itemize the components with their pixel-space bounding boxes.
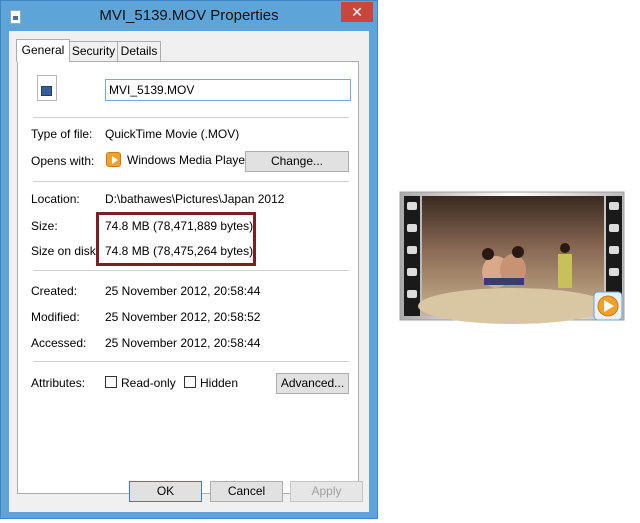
size-highlight-box xyxy=(96,212,256,266)
video-thumbnail xyxy=(399,191,625,324)
apply-button[interactable]: Apply xyxy=(290,481,363,502)
modified-label: Modified: xyxy=(31,310,80,324)
divider xyxy=(33,117,349,118)
location-value: D:\bathawes\Pictures\Japan 2012 xyxy=(105,192,285,206)
tab-details[interactable]: Details xyxy=(117,41,161,61)
type-of-file-value: QuickTime Movie (.MOV) xyxy=(105,127,240,141)
divider xyxy=(33,270,349,271)
dohyo-ring xyxy=(418,288,608,324)
tab-general[interactable]: General xyxy=(16,39,70,62)
created-label: Created: xyxy=(31,284,78,298)
title-bar[interactable]: MVI_5139.MOV Properties ✕ xyxy=(1,1,377,31)
opens-with-value: Windows Media Player xyxy=(127,153,250,167)
tab-security[interactable]: Security xyxy=(69,41,118,61)
file-name-input[interactable] xyxy=(105,79,351,101)
divider xyxy=(33,181,349,182)
created-value: 25 November 2012, 20:58:44 xyxy=(105,284,261,298)
cancel-button[interactable]: Cancel xyxy=(210,481,283,502)
windows-media-player-icon xyxy=(106,152,121,167)
size-on-disk-label: Size on disk: xyxy=(31,244,100,258)
type-of-file-label: Type of file: xyxy=(31,127,93,141)
read-only-checkbox[interactable] xyxy=(105,376,117,388)
play-badge-icon xyxy=(593,291,623,321)
dialog-client-area: General Security Details Type of file: Q… xyxy=(9,31,369,512)
opens-with-label: Opens with: xyxy=(31,154,95,168)
accessed-label: Accessed: xyxy=(31,336,87,350)
read-only-label: Read-only xyxy=(121,376,176,390)
hidden-checkbox[interactable] xyxy=(184,376,196,388)
ok-button[interactable]: OK xyxy=(129,481,202,502)
change-button[interactable]: Change... xyxy=(245,151,349,172)
window-title: MVI_5139.MOV Properties xyxy=(99,7,279,24)
attributes-label: Attributes: xyxy=(31,376,86,390)
close-button[interactable]: ✕ xyxy=(341,2,373,22)
advanced-button[interactable]: Advanced... xyxy=(276,373,349,394)
accessed-value: 25 November 2012, 20:58:44 xyxy=(105,336,261,350)
size-label: Size: xyxy=(31,219,58,233)
location-label: Location: xyxy=(31,192,80,206)
divider xyxy=(33,361,349,362)
hidden-label: Hidden xyxy=(200,376,239,390)
video-file-icon xyxy=(37,75,57,101)
general-panel xyxy=(17,61,359,494)
modified-value: 25 November 2012, 20:58:52 xyxy=(105,310,261,324)
properties-window: MVI_5139.MOV Properties ✕ General Securi… xyxy=(0,0,378,519)
